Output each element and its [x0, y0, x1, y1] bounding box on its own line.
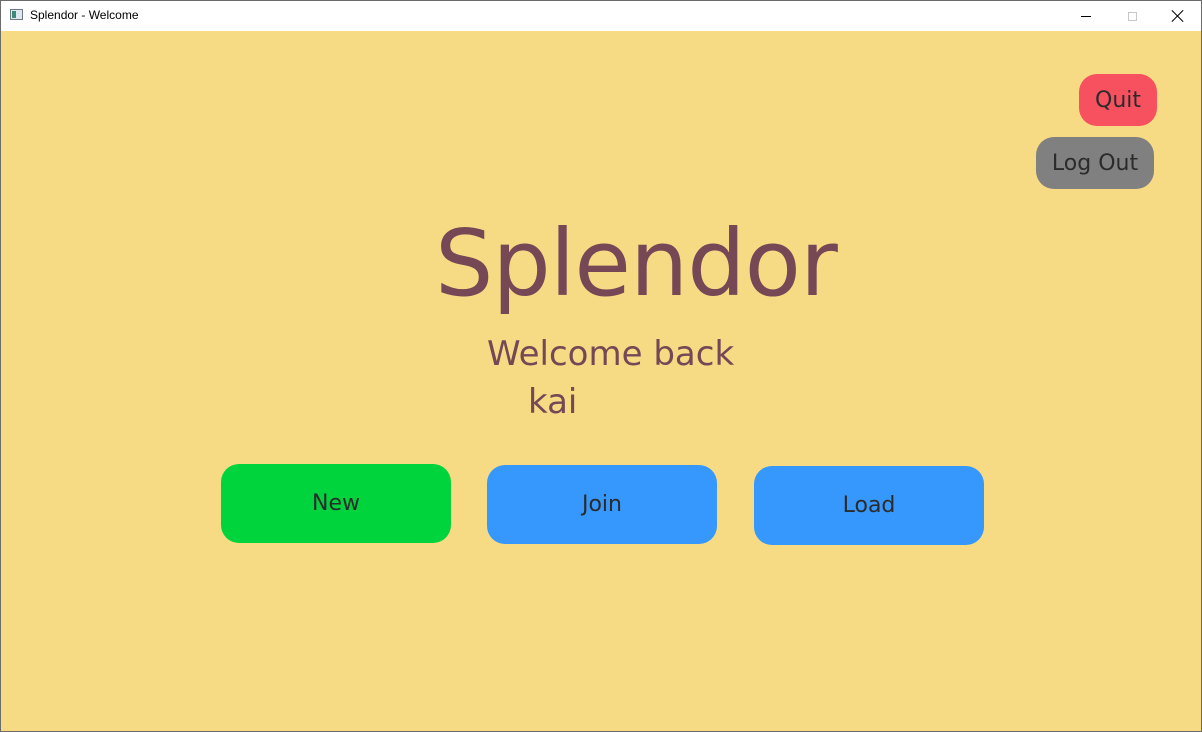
close-button[interactable]	[1155, 1, 1201, 31]
quit-button[interactable]: Quit	[1079, 74, 1157, 126]
welcome-screen: Quit Log Out Splendor Welcome back kai N…	[1, 31, 1201, 731]
close-icon	[1172, 10, 1184, 22]
game-title: Splendor	[435, 210, 838, 317]
title-bar[interactable]: Splendor - Welcome	[1, 1, 1201, 31]
minimize-button[interactable]	[1063, 1, 1109, 31]
maximize-button[interactable]	[1109, 1, 1155, 31]
new-game-button[interactable]: New	[221, 464, 451, 543]
welcome-message: Welcome back	[487, 334, 735, 374]
logout-button[interactable]: Log Out	[1036, 137, 1154, 189]
app-window: Splendor - Welcome Quit Log Out Splendor…	[0, 0, 1202, 732]
minimize-icon	[1081, 15, 1091, 17]
window-title: Splendor - Welcome	[30, 8, 139, 22]
load-game-button[interactable]: Load	[754, 466, 984, 545]
username-label: kai	[528, 382, 578, 422]
maximize-icon	[1127, 11, 1137, 21]
join-game-button[interactable]: Join	[487, 465, 717, 544]
app-window-icon	[10, 9, 23, 20]
